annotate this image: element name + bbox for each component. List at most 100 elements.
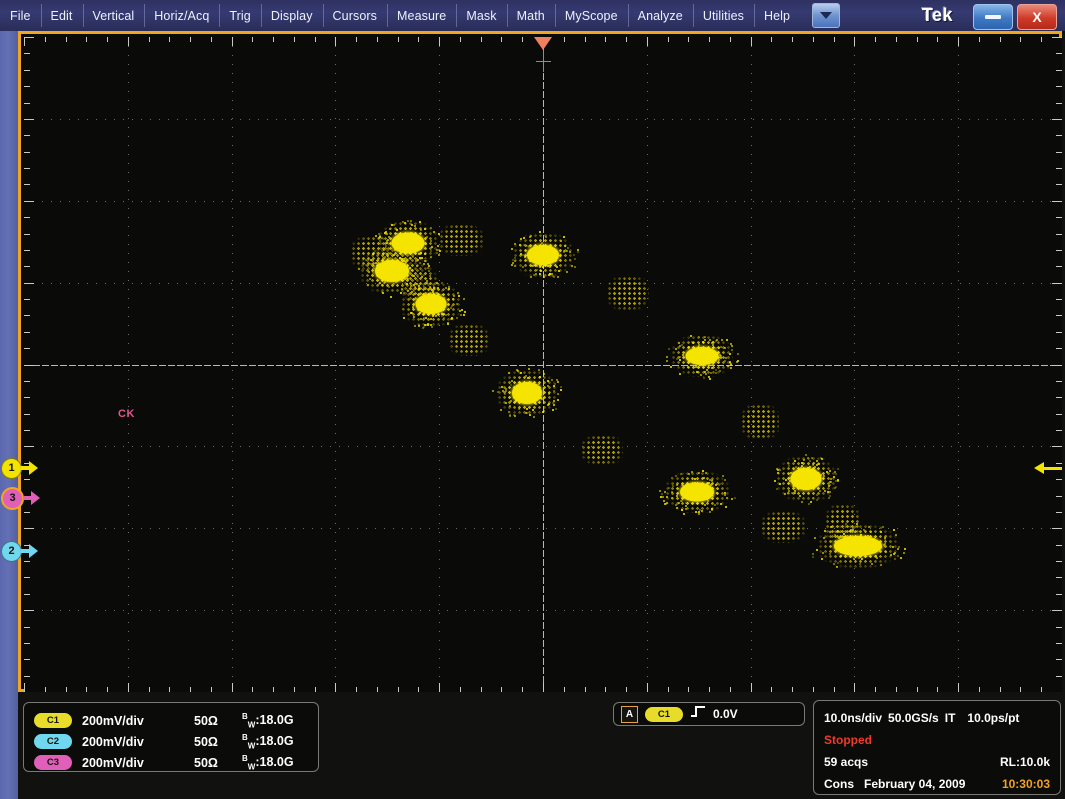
waveform-sample-dot [419, 221, 421, 223]
channel-scale-c1: 200mV/div [82, 714, 194, 728]
waveform-sample-dot [406, 283, 408, 285]
waveform-sample-dot [664, 491, 666, 493]
waveform-sample-dot [555, 408, 557, 410]
tick-left [24, 348, 30, 349]
waveform-sample-dot [834, 534, 836, 536]
waveform-sample-dot [895, 534, 897, 536]
menu-item-analyze[interactable]: Analyze [628, 0, 693, 31]
waveform-sample-dot [666, 356, 668, 358]
waveform-sample-dot [837, 480, 839, 482]
channel-readout-row-c1[interactable]: C1 200mV/div 50Ω BW:18.0G [34, 710, 308, 731]
waveform-sample-dot [423, 263, 425, 265]
waveform-sample-dot [553, 400, 555, 402]
waveform-sample-dot [439, 250, 441, 252]
menu-item-cursors[interactable]: Cursors [323, 0, 387, 31]
menu-item-vertical[interactable]: Vertical [83, 0, 145, 31]
trigger-position-marker[interactable] [534, 37, 552, 50]
waveform-sample-dot [826, 471, 828, 473]
waveform-sample-dot [709, 378, 711, 380]
waveform-sample-dot [892, 546, 894, 548]
waveform-sample-dot [409, 257, 411, 259]
tick-top [854, 37, 855, 46]
channel-marker-2[interactable]: 2 [1, 541, 38, 561]
waveform-sample-dot [463, 314, 465, 316]
waveform-sample-dot [505, 402, 507, 404]
tick-left [24, 184, 30, 185]
close-button[interactable]: X [1017, 4, 1057, 30]
channel-readout-row-c2[interactable]: C2 200mV/div 50Ω BW:18.0G [34, 731, 308, 752]
bw-value-c3: :18.0G [255, 755, 293, 769]
waveform-sample-dot [863, 551, 865, 553]
waveform-sample-dot [725, 506, 727, 508]
bw-prefix-c2: B [242, 733, 248, 742]
tick-left [24, 299, 30, 300]
waveform-sample-dot [847, 547, 849, 549]
channel-marker-3[interactable]: 3 [1, 488, 40, 508]
waveform-sample-dot [666, 360, 668, 362]
waveform-sample-dot [695, 362, 697, 364]
tick-right [1052, 446, 1062, 447]
waveform-sample-dot [774, 480, 776, 482]
waveform-sample-dot [685, 508, 687, 510]
trigger-level-arrow[interactable] [1034, 462, 1062, 474]
waveform-sample-dot [367, 284, 369, 286]
tick-top [232, 37, 233, 46]
minimize-button[interactable] [973, 4, 1013, 30]
channel-marker-3-label: 3 [1, 487, 24, 510]
tick-bottom [751, 683, 752, 692]
waveform-sample-dot [870, 531, 872, 533]
tick-right [1056, 430, 1062, 431]
menu-item-measure[interactable]: Measure [387, 0, 456, 31]
tick-top [149, 37, 150, 42]
waveform-graticule[interactable]: CK [24, 37, 1062, 692]
waveform-sample-dot [560, 386, 562, 388]
waveform-sample-dot [726, 497, 728, 499]
chevron-down-icon[interactable] [812, 3, 840, 28]
status-date: February 04, 2009 [864, 777, 965, 791]
trigger-source-badge[interactable]: C1 [645, 707, 683, 722]
waveform-sample-dot [820, 474, 822, 476]
waveform-sample-dot [370, 259, 372, 261]
trigger-readout-panel[interactable]: A C1 0.0V [613, 702, 805, 726]
waveform-sample-dot [829, 491, 831, 493]
menu-item-utilities[interactable]: Utilities [693, 0, 754, 31]
channel-readout-row-c3[interactable]: C3 200mV/div 50Ω BW:18.0G [34, 752, 308, 773]
waveform-sample-dot [703, 477, 705, 479]
waveform-sample-dot [709, 351, 711, 353]
channel-badge-c1[interactable]: C1 [34, 713, 72, 728]
tick-bottom [937, 687, 938, 692]
menu-item-help[interactable]: Help [754, 0, 800, 31]
waveform-sample-dot [794, 492, 796, 494]
waveform-sample-dot [399, 276, 401, 278]
tick-left [24, 577, 30, 578]
tick-bottom [439, 683, 440, 692]
tick-bottom [668, 687, 669, 692]
tick-right [1052, 119, 1062, 120]
waveform-sample-dot [509, 415, 511, 417]
channel-badge-c3[interactable]: C3 [34, 755, 72, 770]
waveform-sample-dot [400, 251, 402, 253]
channel-marker-1[interactable]: 1 [1, 458, 38, 478]
waveform-sample-dot [401, 288, 403, 290]
tick-top [501, 37, 502, 42]
tick-bottom [917, 687, 918, 692]
waveform-sample-dot [812, 553, 814, 555]
waveform-sample-dot [512, 259, 514, 261]
trigger-a-badge[interactable]: A [621, 706, 638, 723]
menu-item-horiz-acq[interactable]: Horiz/Acq [144, 0, 219, 31]
waveform-sample-dot [829, 531, 831, 533]
waveform-sample-dot [395, 266, 397, 268]
channel-impedance-c3: 50Ω [194, 756, 240, 770]
waveform-sample-dot [413, 316, 415, 318]
channel-badge-c2[interactable]: C2 [34, 734, 72, 749]
waveform-sample-dot [829, 481, 831, 483]
menu-item-mask[interactable]: Mask [456, 0, 506, 31]
menu-item-math[interactable]: Math [507, 0, 555, 31]
menu-item-edit[interactable]: Edit [41, 0, 83, 31]
menu-item-trig[interactable]: Trig [219, 0, 260, 31]
menu-item-display[interactable]: Display [261, 0, 323, 31]
menu-item-myscope[interactable]: MyScope [555, 0, 628, 31]
waveform-sample-dot [407, 290, 409, 292]
waveform-sample-dot [688, 473, 690, 475]
menu-item-file[interactable]: File [0, 0, 41, 31]
